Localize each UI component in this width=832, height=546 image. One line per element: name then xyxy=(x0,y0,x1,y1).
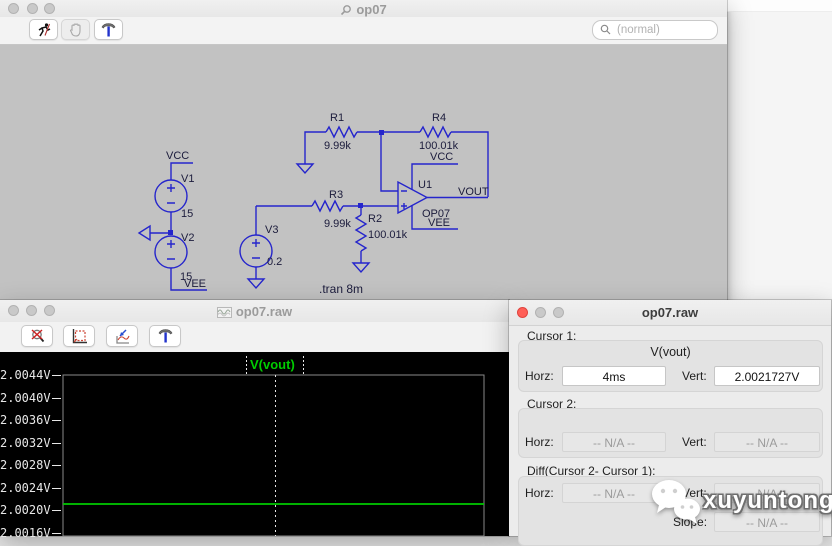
circuit-drawing: VCC V1 15 V2 15 VEE V3 0.2 R1 9.99k R4 1… xyxy=(137,112,489,296)
run-button[interactable] xyxy=(29,19,58,40)
spice-directive: .tran 8m xyxy=(319,282,363,296)
waveform-toolbar: x = 8.347ms y = 2.003758V xyxy=(0,322,509,364)
cursor2-horz-label: Horz: xyxy=(525,435,554,449)
pan-button[interactable] xyxy=(61,19,90,40)
cursor1-horz-label: Horz: xyxy=(525,369,554,383)
v3-value: 0.2 xyxy=(267,256,282,268)
search-input[interactable] xyxy=(615,22,714,38)
cursor1-vert-label: Vert: xyxy=(682,369,707,383)
cursor-titlebar[interactable]: op07.raw xyxy=(509,300,831,326)
net-label-vout: VOUT xyxy=(458,186,489,198)
diff-horz-label: Horz: xyxy=(525,486,554,500)
zoom-off-button[interactable] xyxy=(21,325,53,347)
v2-ref: V2 xyxy=(181,232,194,244)
window-title: op07.raw xyxy=(0,304,509,321)
waveform-window: op07.raw 2.0044V 2.0040V 2.0036V 2.0032V… xyxy=(0,300,509,540)
cursor2-horz-field[interactable]: -- N/A -- xyxy=(562,432,666,452)
autorange-icon xyxy=(115,328,130,344)
cursor2-vert-field[interactable]: -- N/A -- xyxy=(714,432,820,452)
hand-icon xyxy=(69,23,81,37)
cursor1-horz-field[interactable]: 4ms xyxy=(562,366,666,386)
background-window-titlebar xyxy=(727,0,832,12)
r4-ref: R4 xyxy=(432,112,446,124)
v1-value: 15 xyxy=(181,208,193,220)
watermark-text: xuyuntong xyxy=(703,487,832,514)
hammer-icon xyxy=(101,22,116,36)
waveform-titlebar[interactable]: op07.raw xyxy=(0,300,509,323)
trace-legend-label[interactable]: V(vout) xyxy=(250,357,295,372)
schematic-toolbar xyxy=(0,17,727,45)
zoom-area-button[interactable] xyxy=(63,325,95,347)
desktop: op07 (normal) VCC V1 15 V2 15 VEE V3 0.2… xyxy=(0,0,832,546)
r2-value: 100.01k xyxy=(368,229,408,241)
tools-button[interactable] xyxy=(94,19,123,40)
r1-ref: R1 xyxy=(330,112,344,124)
plot-settings-button[interactable] xyxy=(149,325,181,347)
search-icon xyxy=(600,24,611,35)
u1-ref: U1 xyxy=(418,179,432,191)
v1-ref: V1 xyxy=(181,173,194,185)
opamp-vee-pin-label: VEE xyxy=(428,217,450,229)
cursor1-vert-field[interactable]: 2.0021727V xyxy=(714,366,820,386)
net-label-vcc-rail: VCC xyxy=(166,150,189,162)
r2-ref: R2 xyxy=(368,213,382,225)
plot-surface: V(vout) xyxy=(62,356,485,536)
r3-ref: R3 xyxy=(329,189,343,201)
opamp-vcc-pin-label: VCC xyxy=(430,151,453,163)
run-icon xyxy=(38,22,50,36)
cursor2-vert-label: Vert: xyxy=(682,435,707,449)
autorange-button[interactable] xyxy=(106,325,138,347)
background-window xyxy=(727,0,832,300)
zoom-box-icon xyxy=(72,328,87,343)
cursor1-trace-name: V(vout) xyxy=(650,345,691,359)
r3-value: 9.99k xyxy=(324,218,351,230)
schematic-titlebar[interactable]: op07 xyxy=(0,0,727,18)
zoom-cancel-icon xyxy=(30,329,44,343)
v3-ref: V3 xyxy=(265,224,278,236)
schematic-window: op07 (normal) VCC V1 15 V2 15 VEE V3 0.2… xyxy=(0,0,727,312)
search-box[interactable] xyxy=(592,20,718,40)
schematic-canvas[interactable]: VCC V1 15 V2 15 VEE V3 0.2 R1 9.99k R4 1… xyxy=(0,45,727,312)
waveform-plot[interactable]: 2.0044V 2.0040V 2.0036V 2.0032V 2.0028V 2.002… xyxy=(0,352,509,540)
window-title: op07.raw xyxy=(641,305,699,320)
watermark: xuyuntong xyxy=(649,476,832,526)
wechat-icon xyxy=(652,480,700,524)
net-label-vee-rail: VEE xyxy=(184,278,206,290)
waveform-doc-icon xyxy=(216,306,232,321)
r1-value: 9.99k xyxy=(324,140,351,152)
hammer-icon xyxy=(158,329,172,343)
